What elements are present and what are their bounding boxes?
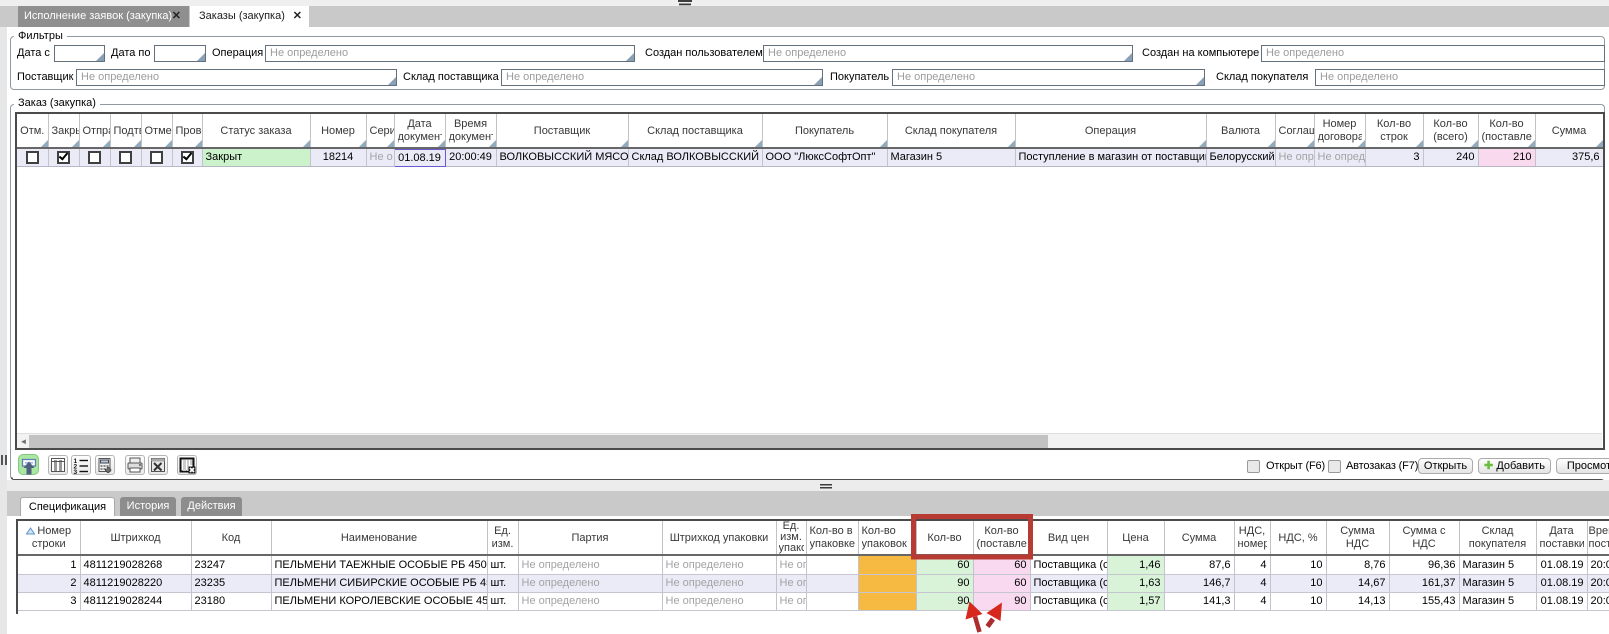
svg-text:3: 3 (74, 469, 78, 474)
